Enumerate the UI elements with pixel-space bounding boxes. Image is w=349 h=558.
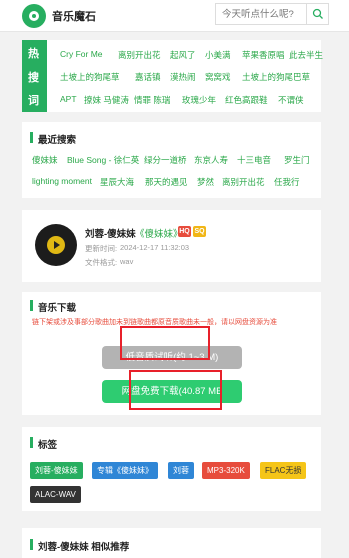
tag-album[interactable]: 专辑《傻妹妹》: [92, 462, 158, 479]
hot-keyword[interactable]: 不谓侠: [278, 94, 304, 106]
hot-keyword[interactable]: Cry For Me: [60, 49, 103, 59]
hot-keyword[interactable]: 小美满: [205, 49, 231, 61]
hot-keyword[interactable]: 苹果香原唱: [242, 49, 285, 61]
recent-search-title: 最近搜索: [38, 135, 77, 146]
section-accent-bar: [30, 539, 33, 550]
hq-badge: HQ: [178, 226, 191, 237]
section-accent-bar: [30, 300, 33, 311]
sq-badge: SQ: [193, 226, 206, 237]
album-cover-icon: [35, 224, 77, 266]
song-title: 刘蓉-傻妹妹: [85, 229, 136, 240]
recent-search-panel: 最近搜索 傻妹妹 Blue Song - 徐仁英 绿分一道桥 东京人寿 十三电音…: [22, 122, 321, 198]
recent-keyword[interactable]: 星辰大海: [100, 176, 134, 188]
hot-keyword[interactable]: 玫瑰少年: [182, 94, 216, 106]
section-accent-bar: [30, 132, 33, 143]
recent-keyword[interactable]: 十三电音: [237, 154, 271, 166]
download-panel: 音乐下载 链下架或涉及事部分歌曲加未到链歌曲都原音质歌曲未一般，请以网盘资源为准…: [22, 292, 321, 415]
recent-keyword[interactable]: lighting moment: [32, 176, 92, 186]
search-input[interactable]: [216, 4, 306, 24]
hot-keyword[interactable]: 红色高跟鞋: [225, 94, 268, 106]
tag-alac[interactable]: ALAC-WAV: [30, 486, 81, 503]
hot-keyword[interactable]: 离别开出花: [118, 49, 161, 61]
highlight-box: [120, 326, 210, 360]
hot-keyword[interactable]: 窝窝戏: [205, 71, 231, 83]
hot-keyword[interactable]: 起风了: [170, 49, 196, 61]
recent-keyword[interactable]: Blue Song - 徐仁英: [67, 154, 139, 166]
download-title: 音乐下载: [38, 303, 77, 314]
search-button[interactable]: [306, 4, 328, 24]
recent-keyword[interactable]: 离别开出花: [222, 176, 265, 188]
highlight-box: [129, 370, 222, 410]
tag-flac[interactable]: FLAC无损: [260, 462, 307, 479]
file-format-label: 文件格式:: [85, 258, 118, 267]
play-icon[interactable]: [47, 236, 65, 254]
recent-keyword[interactable]: 梦然: [197, 176, 214, 188]
search-box: [215, 3, 329, 25]
update-time-label: 更新时间:: [85, 244, 118, 253]
hot-keyword[interactable]: 撩妹 马健涛: [84, 94, 129, 106]
update-time-value: 2024-12-17 11:32:03: [120, 243, 190, 252]
section-accent-bar: [30, 437, 33, 448]
recent-keyword[interactable]: 傻妹妹: [32, 154, 58, 166]
song-info-panel: 刘蓉-傻妹妹 《傻妹妹》 HQ SQ 更新时间: 2024-12-17 11:3…: [22, 210, 321, 282]
tag-song[interactable]: 刘蓉-傻妹妹: [30, 462, 83, 479]
hot-search-panel: 热 搜 词 Cry For Me 离别开出花 起风了 小美满 苹果香原唱 此去半…: [22, 40, 323, 112]
hot-keyword[interactable]: 漠热闹: [170, 71, 196, 83]
recent-keyword[interactable]: 任我行: [274, 176, 300, 188]
recent-keyword[interactable]: 那天的遇见: [145, 176, 188, 188]
hot-search-label: 热 搜 词: [22, 40, 47, 112]
search-icon: [312, 8, 323, 19]
recent-keyword[interactable]: 罗生门: [284, 154, 310, 166]
site-title[interactable]: 音乐魔石: [52, 8, 96, 24]
album-link[interactable]: 《傻妹妹》: [135, 226, 183, 240]
music-disc-logo-icon[interactable]: [22, 4, 46, 28]
tags-panel: 标签 刘蓉-傻妹妹 专辑《傻妹妹》 刘蓉 MP3-320K FLAC无损 ALA…: [22, 427, 321, 511]
file-format-value: wav: [120, 257, 134, 266]
tag-mp3[interactable]: MP3-320K: [202, 462, 250, 479]
similar-title: 刘蓉-傻妹妹 相似推荐: [38, 542, 130, 553]
hot-keyword[interactable]: 此去半生: [289, 49, 323, 61]
tag-artist[interactable]: 刘蓉: [168, 462, 194, 479]
similar-panel: 刘蓉-傻妹妹 相似推荐: [22, 528, 321, 558]
hot-keyword[interactable]: 土坡上的狗尾草: [60, 71, 120, 83]
hot-keyword[interactable]: 土坡上的狗尾巴草: [242, 71, 310, 83]
top-header: 音乐魔石: [0, 0, 349, 32]
tags-title: 标签: [38, 440, 58, 451]
recent-keyword[interactable]: 绿分一道桥: [144, 154, 187, 166]
hot-keyword[interactable]: 情罪 陈瑞: [134, 94, 170, 106]
hot-keyword[interactable]: APT: [60, 94, 77, 104]
recent-keyword[interactable]: 东京人寿: [194, 154, 228, 166]
hot-keyword[interactable]: 嘉话镇: [135, 71, 161, 83]
